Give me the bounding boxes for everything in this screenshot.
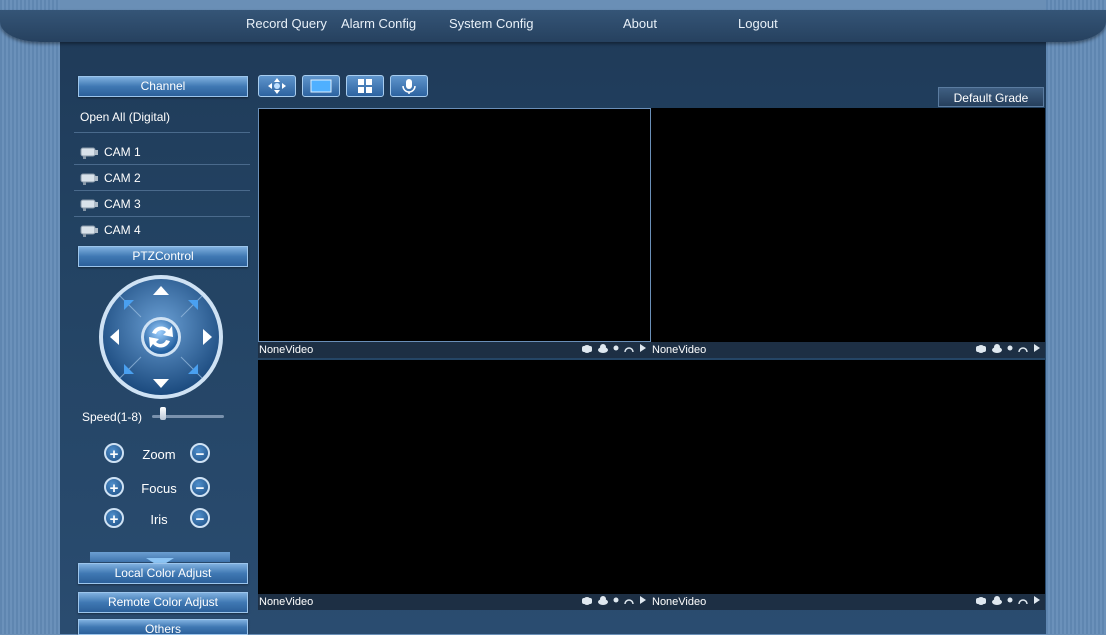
play-icon[interactable] — [1033, 342, 1041, 358]
video-label: NoneVideo — [259, 596, 314, 608]
audio-icon[interactable] — [1017, 594, 1029, 610]
cloud-icon[interactable] — [991, 342, 1003, 358]
single-view-icon — [310, 79, 332, 93]
cloud-icon[interactable] — [597, 594, 609, 610]
ptz-joystick — [96, 272, 226, 402]
cam-label: CAM 3 — [104, 197, 141, 211]
play-icon[interactable] — [639, 342, 647, 358]
top-navigation-bar — [0, 10, 1106, 42]
microphone-button[interactable] — [390, 75, 428, 97]
audio-icon[interactable] — [623, 594, 635, 610]
iris-close-button[interactable]: − — [190, 508, 210, 528]
snapshot-icon[interactable] — [581, 342, 593, 358]
nav-record-query[interactable]: Record Query — [246, 16, 327, 31]
speed-slider-thumb[interactable] — [160, 407, 166, 420]
quad-view-icon — [358, 79, 372, 93]
nav-logout[interactable]: Logout — [738, 16, 778, 31]
zoom-control: + Zoom − — [104, 443, 214, 467]
video-bar-1: NoneVideo — [258, 342, 651, 358]
record-icon[interactable] — [1007, 594, 1013, 610]
video-label: NoneVideo — [652, 344, 707, 356]
open-all-digital[interactable]: Open All (Digital) — [74, 106, 250, 133]
camera-icon — [80, 199, 98, 211]
snapshot-icon[interactable] — [975, 594, 987, 610]
ptz-move-icon — [268, 78, 286, 94]
cam-label: CAM 1 — [104, 145, 141, 159]
focus-out-button[interactable]: − — [190, 477, 210, 497]
video-bar-3: NoneVideo — [258, 594, 651, 610]
left-pinstripe-panel — [0, 0, 60, 634]
play-icon[interactable] — [639, 594, 647, 610]
right-pinstripe-panel — [1046, 0, 1106, 634]
cloud-icon[interactable] — [991, 594, 1003, 610]
ptz-move-button[interactable] — [258, 75, 296, 97]
single-view-button[interactable] — [302, 75, 340, 97]
local-color-adjust-button[interactable]: Local Color Adjust — [78, 563, 248, 584]
camera-icon — [80, 173, 98, 185]
default-grade-button[interactable]: Default Grade — [938, 87, 1044, 107]
camera-icon — [80, 147, 98, 159]
video-label: NoneVideo — [652, 596, 707, 608]
record-icon[interactable] — [613, 342, 619, 358]
nav-system-config[interactable]: System Config — [449, 16, 534, 31]
video-pane-1[interactable] — [258, 108, 651, 342]
play-icon[interactable] — [1033, 594, 1041, 610]
audio-icon[interactable] — [1017, 342, 1029, 358]
record-icon[interactable] — [1007, 342, 1013, 358]
cloud-icon[interactable] — [597, 342, 609, 358]
video-label: NoneVideo — [259, 344, 314, 356]
remote-color-adjust-button[interactable]: Remote Color Adjust — [78, 592, 248, 613]
nav-about[interactable]: About — [623, 16, 657, 31]
video-pane-4[interactable] — [651, 360, 1045, 594]
cam-row-1[interactable]: CAM 1 — [74, 140, 250, 165]
cam-row-2[interactable]: CAM 2 — [74, 166, 250, 191]
nav-alarm-config[interactable]: Alarm Config — [341, 16, 416, 31]
audio-icon[interactable] — [623, 342, 635, 358]
speed-label: Speed(1-8) — [82, 410, 143, 424]
cam-label: CAM 2 — [104, 171, 141, 185]
cam-row-4[interactable]: CAM 4 — [74, 218, 250, 242]
channel-header[interactable]: Channel — [78, 76, 248, 97]
video-bar-4: NoneVideo — [651, 594, 1045, 610]
video-pane-2[interactable] — [651, 108, 1045, 342]
iris-control: + Iris − — [104, 508, 214, 532]
camera-icon — [80, 225, 98, 237]
record-icon[interactable] — [613, 594, 619, 610]
snapshot-icon[interactable] — [581, 594, 593, 610]
snapshot-icon[interactable] — [975, 342, 987, 358]
ptz-control-header[interactable]: PTZControl — [78, 246, 248, 267]
ptz-auto-button[interactable] — [144, 320, 178, 354]
video-pane-3[interactable] — [258, 360, 651, 594]
others-button[interactable]: Others — [78, 619, 248, 635]
microphone-icon — [402, 79, 416, 94]
cam-row-3[interactable]: CAM 3 — [74, 192, 250, 217]
quad-view-button[interactable] — [346, 75, 384, 97]
zoom-out-button[interactable]: − — [190, 443, 210, 463]
video-bar-2: NoneVideo — [651, 342, 1045, 358]
cam-label: CAM 4 — [104, 223, 141, 237]
focus-control: + Focus − — [104, 477, 214, 501]
